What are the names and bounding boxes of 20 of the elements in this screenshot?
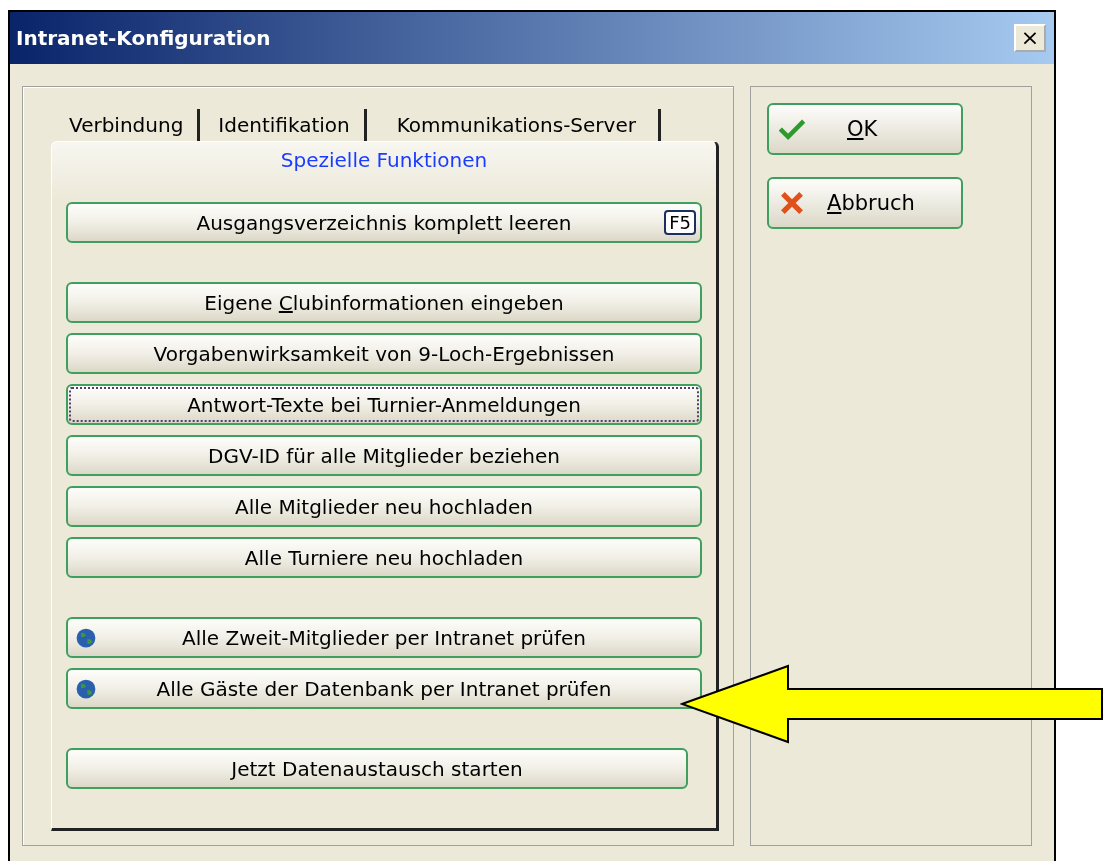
close-button[interactable]: × <box>1014 24 1046 52</box>
function-button[interactable]: Vorgabenwirksamkeit von 9-Loch-Ergebnissen <box>66 333 702 374</box>
checkmark-icon <box>779 118 805 140</box>
dialog-button[interactable]: Abbruch <box>767 177 963 229</box>
dialog-button[interactable]: OK <box>767 103 963 155</box>
globe-icon <box>76 678 96 699</box>
globe-icon <box>76 627 96 648</box>
function-button[interactable]: Alle Turniere neu hochladen <box>66 537 702 578</box>
function-button[interactable]: Jetzt Datenaustausch starten <box>66 748 688 789</box>
function-button[interactable]: Eigene Clubinformationen eingeben <box>66 282 702 323</box>
function-button[interactable]: Antwort-Texte bei Turnier-Anmeldungen <box>66 384 702 425</box>
window-title: Intranet-Konfiguration <box>16 26 271 50</box>
cross-icon <box>779 192 805 214</box>
shortcut-key: F5 <box>664 210 696 235</box>
function-button[interactable]: DGV-ID für alle Mitglieder beziehen <box>66 435 702 476</box>
tab[interactable]: Spezielle Funktionen <box>52 142 716 182</box>
function-button[interactable]: Alle Zweit-Mitglieder per Intranet prüfen <box>66 617 702 658</box>
function-button[interactable]: Alle Mitglieder neu hochladen <box>66 486 702 527</box>
function-button[interactable]: Alle Gäste der Datenbank per Intranet prüfen <box>66 668 702 709</box>
function-button[interactable]: Ausgangsverzeichnis komplett leeren F5 <box>66 202 702 243</box>
